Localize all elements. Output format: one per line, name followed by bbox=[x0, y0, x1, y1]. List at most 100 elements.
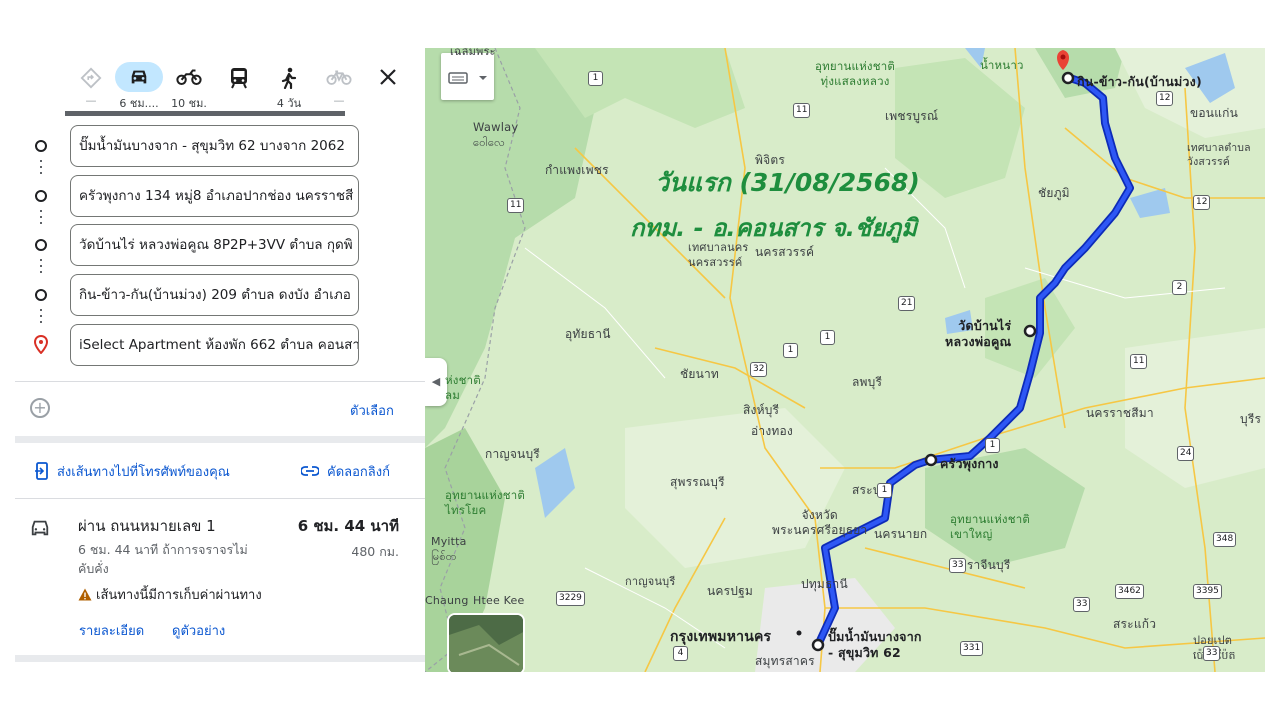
waypoint-connector bbox=[40, 309, 42, 327]
marker-label-stop-2[interactable]: วัดบ้านไร่ หลวงพ่อคูณ bbox=[945, 318, 1011, 350]
satellite-layer-toggle[interactable] bbox=[447, 613, 525, 672]
route-details-link[interactable]: รายละเอียด bbox=[79, 620, 144, 641]
send-to-phone-label: ส่งเส้นทางไปที่โทรศัพท์ของคุณ bbox=[57, 465, 230, 480]
place-label: Wawlay ဝေါလေ bbox=[473, 120, 519, 149]
section-gap bbox=[15, 655, 425, 662]
map-overlay-title-route: กทม. - อ.คอนสาร จ.ชัยภูมิ bbox=[630, 214, 917, 242]
marker-label-start[interactable]: ปั๊มน้ำมันบางจาก - สุขุมวิท 62 bbox=[828, 629, 922, 661]
car-icon bbox=[115, 62, 163, 92]
road-shield: 21 bbox=[898, 296, 916, 311]
keyboard-icon bbox=[448, 72, 487, 84]
place-label: ปทุมธานี bbox=[801, 577, 848, 591]
divider bbox=[15, 381, 425, 382]
road-shield: 4 bbox=[673, 646, 688, 661]
mode-transit[interactable] bbox=[215, 60, 263, 110]
mode-bicycle[interactable]: — bbox=[315, 60, 363, 110]
close-icon bbox=[380, 69, 396, 85]
road-shield: 11 bbox=[1130, 354, 1148, 369]
send-to-phone-icon bbox=[35, 462, 48, 480]
mode-walk[interactable]: 4 วัน bbox=[265, 60, 313, 110]
destination-pin-icon bbox=[34, 335, 48, 354]
waypoint-input-destination[interactable]: iSelect Apartment ห้องพัก 662 ตำบล คอนสา… bbox=[70, 324, 359, 366]
car-icon bbox=[31, 520, 49, 536]
waypoint-input-stop-1[interactable]: ครัวพุงกาง 134 หมู่8 อำเภอปากช่อง นครราช… bbox=[70, 175, 359, 217]
send-to-phone-link[interactable]: ส่งเส้นทางไปที่โทรศัพท์ของคุณ bbox=[35, 461, 230, 482]
waypoint-dot bbox=[35, 190, 47, 202]
place-label: สิงห์บุรี bbox=[743, 403, 780, 417]
place-label: น้ำหนาว bbox=[980, 58, 1024, 72]
place-label: อุทยานแห่งชาติ ไทรโยค bbox=[445, 488, 526, 517]
divider bbox=[15, 498, 425, 499]
warning-icon bbox=[78, 588, 92, 601]
place-label: อุทัยธานี bbox=[565, 327, 611, 341]
toll-notice-label: เส้นทางนี้มีการเก็บค่าผ่านทาง bbox=[96, 588, 262, 603]
chevron-left-icon: ◀ bbox=[431, 375, 441, 388]
waypoint-input-start[interactable]: ปั๊มน้ำมันบางจาก - สุขุมวิท 62 บางจาก 20… bbox=[70, 125, 359, 167]
road-shield: 12 bbox=[1193, 195, 1211, 210]
travel-mode-bar: — 6 ชม.... 10 ชม. 4 วัน — bbox=[75, 60, 410, 110]
mode-motorcycle-label: 10 ชม. bbox=[171, 97, 207, 110]
road-shield: 1 bbox=[877, 483, 892, 498]
place-label: ชัยภูมิ bbox=[1038, 186, 1070, 200]
place-label: อุทยานแห่งชาติ ทุ่งแสลงหลวง bbox=[815, 59, 896, 88]
map-canvas[interactable]: ◀ วันแรก (31/08/2568) กทม. - อ.คอนสาร จ.… bbox=[425, 48, 1265, 672]
road-shield: 12 bbox=[1156, 91, 1174, 106]
route-preview-link[interactable]: ดูตัวอย่าง bbox=[172, 620, 225, 641]
plus-icon: + bbox=[33, 398, 47, 417]
waypoint-connector bbox=[40, 210, 42, 228]
place-label: กรุงเทพมหานคร bbox=[670, 629, 772, 645]
place-label: อ่างทอง bbox=[751, 424, 793, 438]
road-shield: 1 bbox=[783, 343, 798, 358]
bicycle-icon bbox=[315, 62, 363, 92]
road-shield: 2 bbox=[1172, 280, 1187, 295]
road-shield: 348 bbox=[1213, 532, 1237, 547]
place-label: นครสวรรค์ bbox=[755, 245, 815, 259]
place-label: เทศบาลนคร นครสวรรค์ bbox=[688, 241, 749, 269]
mode-car[interactable]: 6 ชม.... bbox=[115, 60, 163, 110]
place-label: ลพบุรี bbox=[852, 375, 883, 389]
copy-link-button[interactable]: คัดลอกลิงก์ bbox=[300, 461, 390, 482]
map-keyboard-control[interactable] bbox=[441, 53, 494, 100]
place-label: กาญจนบุรี bbox=[625, 575, 676, 588]
place-label: Chaung bbox=[425, 594, 469, 607]
directions-panel: — 6 ชม.... 10 ชม. 4 วัน — ปั๊มน้ำมันบางจ… bbox=[15, 48, 425, 668]
waypoint-input-stop-3[interactable]: กิน-ข้าว-กัน(บ้านม่วง) 209 ตำบล ดงบัง อำ… bbox=[70, 274, 359, 316]
place-label: เพชรบูรณ์ bbox=[885, 109, 939, 123]
collapse-panel-button[interactable]: ◀ bbox=[425, 358, 447, 406]
section-gap bbox=[15, 436, 425, 443]
place-label: ชัยนาท bbox=[680, 367, 720, 381]
marker-label-stop-3[interactable]: กิน-ข้าว-กัน(บ้านม่วง) bbox=[1077, 72, 1202, 92]
road-shield: 1 bbox=[588, 71, 603, 86]
road-shield: 33 bbox=[949, 558, 967, 573]
road-shield: 33 bbox=[1203, 646, 1221, 661]
map-overlay-title-date: วันแรก (31/08/2568) bbox=[655, 168, 920, 197]
place-label: เฉลิมพระ bbox=[450, 48, 496, 58]
road-shield: 24 bbox=[1177, 446, 1195, 461]
waypoint-dot bbox=[35, 140, 47, 152]
road-shield: 3229 bbox=[556, 591, 585, 606]
mode-bicycle-label: — bbox=[333, 94, 345, 107]
add-destination-button[interactable]: + bbox=[30, 398, 50, 418]
place-label: ขอนแก่น bbox=[1190, 106, 1239, 120]
motorcycle-icon bbox=[165, 62, 213, 92]
place-label: สมุทรสาคร bbox=[755, 654, 815, 668]
route-distance: 480 กม. bbox=[351, 544, 399, 559]
best-route-icon bbox=[67, 62, 115, 92]
close-directions-button[interactable] bbox=[373, 62, 403, 92]
route-via-title[interactable]: ผ่าน ถนนหมายเลข 1 bbox=[78, 514, 216, 538]
place-label: นครปฐม bbox=[707, 584, 754, 598]
waypoint-input-stop-2[interactable]: วัดบ้านไร่ หลวงพ่อคูณ 8P2P+3VV ตำบล กุดพ… bbox=[70, 224, 359, 266]
place-label: สระแก้ว bbox=[1113, 617, 1157, 631]
marker-label-stop-1[interactable]: ครัวพุงกาง bbox=[940, 454, 999, 474]
options-link[interactable]: ตัวเลือก bbox=[350, 400, 394, 421]
mode-motorcycle[interactable]: 10 ชม. bbox=[165, 60, 213, 110]
place-label: Myitta မြစ်တ bbox=[431, 535, 467, 563]
road-shield: 3395 bbox=[1193, 584, 1222, 599]
road-shield: 1 bbox=[985, 438, 1000, 453]
mode-best[interactable]: — bbox=[67, 60, 115, 110]
route-traffic-note: 6 ชม. 44 นาที ถ้าการจราจรไม่คับคั่ง bbox=[78, 542, 248, 576]
route-duration: 6 ชม. 44 นาที bbox=[297, 517, 399, 535]
place-label: ห่งชาติ ลม bbox=[445, 373, 481, 402]
place-label: สุพรรณบุรี bbox=[670, 475, 725, 489]
road-shield: 33 bbox=[1073, 597, 1091, 612]
